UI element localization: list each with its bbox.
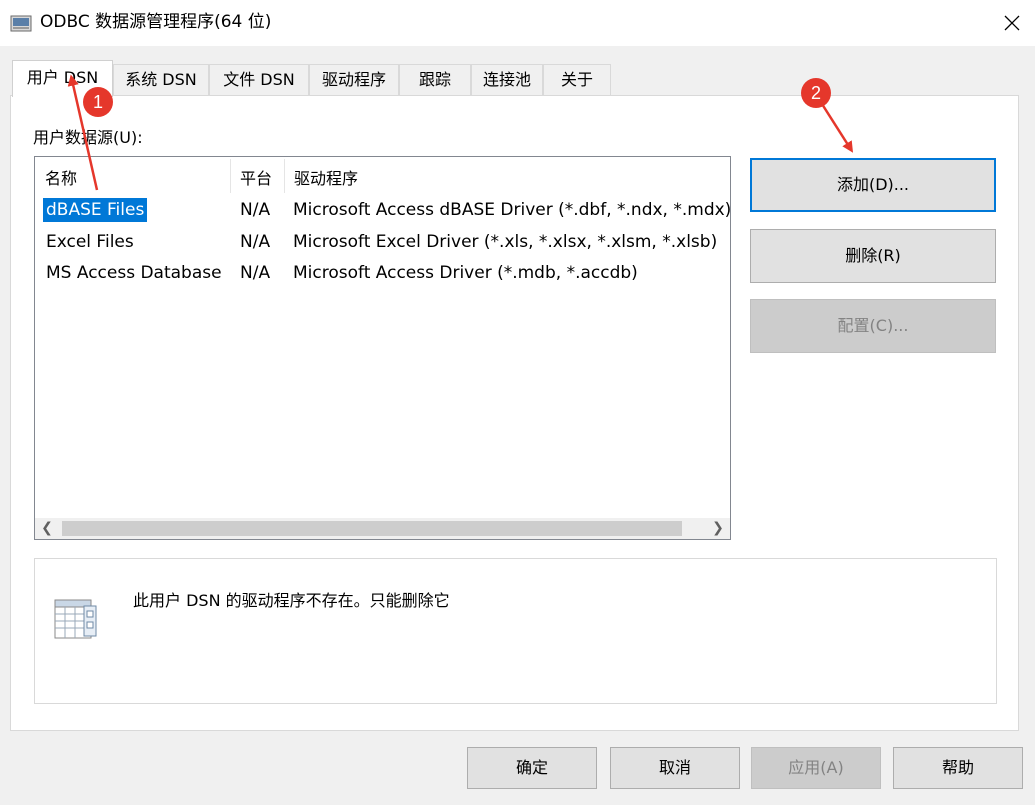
annotation-marker-2: 2 [801, 78, 831, 108]
annotation-marker-1: 1 [83, 87, 113, 117]
annotation-arrow-2 [820, 103, 854, 153]
annotation-arrows [67, 74, 854, 191]
